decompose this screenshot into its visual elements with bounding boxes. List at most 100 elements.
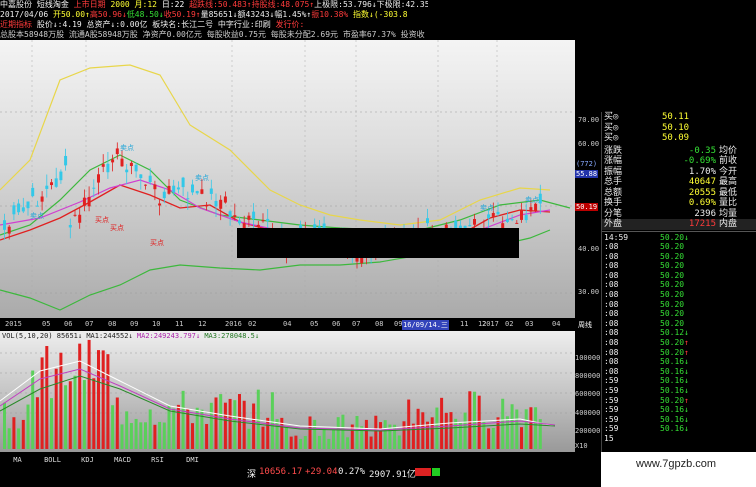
price-tick: 60.00 bbox=[578, 140, 600, 148]
volume-bar bbox=[463, 412, 467, 449]
candle-body bbox=[31, 187, 35, 197]
header-field: 高50.96↓ bbox=[89, 10, 127, 19]
tick-row: :08 50.12↓ bbox=[602, 328, 756, 338]
candle-body bbox=[111, 159, 115, 163]
sell-signal-label: 卖点 bbox=[30, 212, 44, 220]
index-value: 10656.17 bbox=[259, 467, 303, 477]
time-tick: 06 bbox=[332, 320, 341, 328]
volume-bar bbox=[454, 418, 458, 449]
header-field: 日:22 bbox=[161, 0, 190, 9]
stat-value: -0.69% bbox=[683, 156, 716, 166]
volume-bar bbox=[101, 350, 105, 449]
price-tick: 40.00 bbox=[578, 245, 600, 253]
index-ticker[interactable]: 深 10656.17 +29.04 0.27% 2907.91亿 bbox=[245, 465, 600, 480]
volume-bar bbox=[524, 409, 528, 449]
stat-value: 17215 bbox=[688, 219, 716, 229]
volume-bar bbox=[181, 390, 185, 449]
sell-signal-label: 卖点 bbox=[120, 144, 134, 152]
bid-price: 50.10 bbox=[662, 122, 690, 133]
volume-chart[interactable]: VOL(5,10,20) 85651↓ MA1:244552↓ MA2:2492… bbox=[0, 331, 575, 452]
volume-bar bbox=[191, 423, 194, 449]
stat-row: 外盘 17215 内盘 bbox=[602, 219, 756, 230]
volume-bar bbox=[120, 424, 124, 449]
candle-body bbox=[139, 174, 143, 179]
candle-body bbox=[491, 212, 495, 217]
stat-row: 换手 0.69% 量比 bbox=[602, 198, 756, 209]
tick-row: :08 50.20 bbox=[602, 271, 756, 281]
volume-bar bbox=[270, 392, 274, 449]
tick-row: :59 50.20↑ bbox=[602, 396, 756, 406]
header-line-3: 近期指标 股价↓:4.19 总资产↓:0.00亿 板块名:长江二号 中字行业:印… bbox=[0, 20, 428, 30]
candle-body bbox=[238, 220, 241, 224]
tab-boll[interactable]: BOLL bbox=[35, 456, 70, 464]
candle-body bbox=[21, 207, 25, 212]
time-tick: 11 bbox=[460, 320, 469, 328]
tick-price: 50.20 bbox=[660, 309, 685, 319]
tick-row: 15 bbox=[602, 434, 756, 444]
tick-price: 50.20 bbox=[660, 261, 685, 271]
volume-bar bbox=[3, 402, 6, 449]
candle-body bbox=[115, 148, 119, 155]
stat-value: 0.69% bbox=[688, 198, 716, 208]
volume-bar bbox=[515, 409, 519, 449]
header-line-1: 中嘉股份 短线淘金 上市日期 2000 月:12 日:22 超跌线:50.483… bbox=[0, 0, 428, 10]
volume-bar bbox=[139, 422, 143, 449]
tick-arrow: ↑ bbox=[684, 395, 689, 405]
price-axis: 70.00 (772) 55.88 60.00 50.19 40.00 30.0… bbox=[575, 112, 601, 452]
price-chart[interactable]: 卖点 卖点 卖点 卖点 卖点 买点 买点 买点 bbox=[0, 40, 575, 318]
candlestick-svg: 卖点卖点卖点卖点卖点买点买点买点 bbox=[0, 40, 575, 318]
volume-bar bbox=[374, 415, 378, 449]
tick-time: 15 bbox=[604, 433, 614, 443]
candle-body bbox=[228, 211, 232, 218]
tab-kdj[interactable]: KDJ bbox=[70, 456, 105, 464]
bid-label: 买◎ bbox=[604, 112, 619, 122]
candle-body bbox=[209, 188, 213, 194]
volume-bar bbox=[285, 427, 288, 449]
tick-time: :08 bbox=[604, 338, 619, 348]
candle-body bbox=[191, 184, 194, 193]
candle-body bbox=[144, 184, 147, 186]
candle-body bbox=[162, 191, 166, 199]
tick-row: :08 50.20 bbox=[602, 261, 756, 271]
volume-bar bbox=[45, 346, 49, 449]
bid-label: 买◎ bbox=[604, 122, 619, 133]
volume-bar bbox=[82, 380, 86, 449]
volume-tick: 200000 bbox=[575, 427, 601, 435]
candle-body bbox=[468, 225, 472, 227]
candle-body bbox=[120, 158, 124, 167]
stat-label: 分笔 bbox=[604, 208, 623, 219]
tab-dmi[interactable]: DMI bbox=[175, 456, 210, 464]
period-label[interactable]: 周线 bbox=[578, 320, 592, 330]
tick-arrow: ↑ bbox=[684, 338, 689, 348]
tick-time: :59 bbox=[604, 395, 619, 405]
stat-value: 20555 bbox=[688, 187, 716, 198]
tick-price: 50.20 bbox=[660, 395, 685, 405]
volume-header-field: MA1:244552↓ bbox=[86, 332, 137, 340]
tab-ma[interactable]: MA bbox=[0, 456, 35, 464]
volume-bar bbox=[31, 370, 35, 449]
candle-body bbox=[153, 184, 157, 190]
indicator-tabs: MA BOLL KDJ MACD RSI DMI bbox=[0, 455, 245, 467]
header-field: 总股本58948万股 流通A股58948万股 净资产0.00亿元 每股收益0.7… bbox=[0, 30, 425, 39]
candle-body bbox=[78, 214, 82, 223]
volume-bar bbox=[317, 435, 321, 449]
tick-price: 50.20 bbox=[660, 232, 685, 242]
tab-rsi[interactable]: RSI bbox=[140, 456, 175, 464]
bid-row: 买◎ 50.11 bbox=[602, 112, 756, 123]
volume-tick: 100000 bbox=[575, 354, 601, 362]
candle-body bbox=[68, 224, 72, 228]
time-tick: 08 bbox=[375, 320, 384, 328]
breadth-bar-up bbox=[415, 468, 431, 476]
tab-macd[interactable]: MACD bbox=[105, 456, 140, 464]
current-price-tag: 50.19 bbox=[575, 203, 599, 211]
volume-bar bbox=[144, 422, 147, 449]
volume-bar bbox=[54, 368, 58, 449]
volume-bar bbox=[78, 343, 82, 449]
candle-body bbox=[101, 164, 105, 167]
header-field: 低48.50↓ bbox=[126, 10, 164, 19]
volume-bar bbox=[411, 423, 415, 449]
volume-bar bbox=[111, 405, 115, 449]
header-field: 收50.19↑ bbox=[163, 10, 201, 19]
stat-label: 涨幅 bbox=[604, 156, 623, 166]
volume-bar bbox=[256, 389, 260, 449]
